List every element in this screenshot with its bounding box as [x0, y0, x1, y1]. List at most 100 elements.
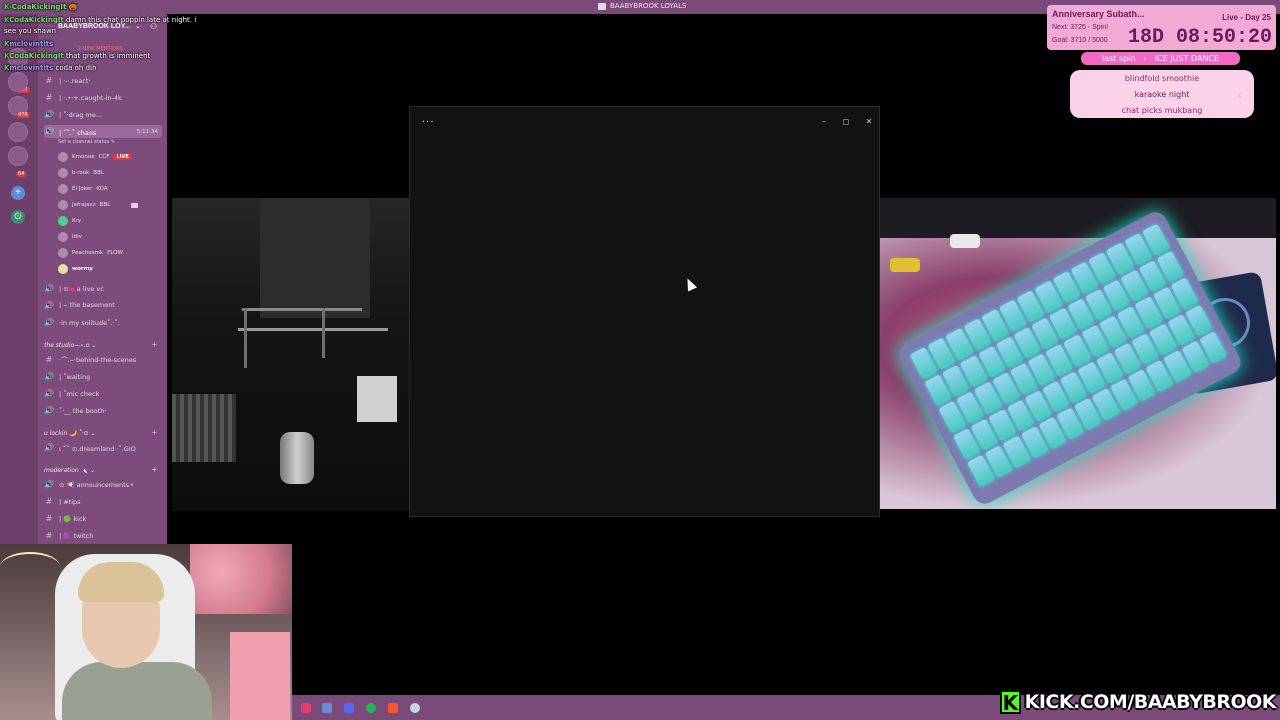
camera-icon	[131, 203, 138, 208]
server-icon[interactable]	[8, 72, 28, 92]
voice-member[interactable]: wormy	[58, 263, 93, 275]
channel-label: | ˚mic check	[59, 389, 100, 398]
voice-member[interactable]: Peachesmk FLOW	[58, 247, 123, 259]
hash-icon: #	[45, 497, 53, 506]
avatar	[58, 152, 68, 162]
speaker-icon: 🔊	[44, 389, 54, 398]
minimize-button[interactable]: –	[816, 117, 832, 126]
subathon-title: Anniversary Subath...	[1052, 9, 1145, 19]
channel-item[interactable]: # ·⌒.⌣·behind-the-scenes	[44, 353, 162, 366]
more-options-button[interactable]: ···	[422, 117, 435, 128]
last-spin-value: ICE JUST DANCE	[1154, 54, 1220, 63]
channel-label: | ˚·drag me...	[59, 110, 103, 119]
voice-channel-item[interactable]: 🔊 | ˚mic check	[44, 387, 162, 400]
add-server-icon[interactable]: +	[11, 186, 25, 200]
discord-sidebar: 957 476 64 + ⊙ BAABYBROOK LOY... ⌄ ⚇ 2 N…	[0, 14, 167, 544]
member-name: wormy	[72, 266, 93, 272]
voice-channel-item[interactable]: 🔊 | ˚waiting	[44, 370, 162, 383]
voice-channel-item[interactable]: 🔊 | ⌣ the basement	[44, 299, 162, 312]
speaker-icon: 🔊	[44, 127, 54, 136]
avatar	[58, 264, 68, 274]
chat-message: see you shawn	[4, 25, 56, 37]
speaker-icon: 🔊	[44, 318, 54, 327]
kick-channel-url: KICK.COM/BAABYBROOK	[1024, 691, 1277, 713]
speaker-icon: 🔊	[44, 110, 54, 119]
chat-message: Kmclovintits coda oh dih	[4, 62, 96, 74]
channel-label: ˚·__ the booth·	[59, 406, 107, 415]
discord-icon[interactable]	[344, 703, 354, 713]
maximize-button[interactable]: ◻	[838, 117, 854, 126]
channel-status[interactable]: Set a channel status ✎	[58, 139, 115, 145]
keyboard-camera-feed	[880, 198, 1276, 509]
active-voice-channel[interactable]: 🔊 | ⌒.˚ chaos 5:11:34	[44, 125, 162, 138]
server-badge: 64	[16, 171, 27, 177]
voice-channel-item[interactable]: 🔊 | ⊙💗a live vc	[44, 282, 162, 295]
speaker-icon: 🔊	[44, 406, 54, 415]
room-camera-feed	[172, 198, 409, 511]
subathon-timer: 18D 08:50:20	[1127, 26, 1272, 49]
channel-label: ⊙ 📢 announcements⚬	[59, 480, 135, 489]
channel-item[interactable]: # | 🟢 kick	[44, 512, 162, 525]
live-day-label: Live - Day 25	[1222, 13, 1271, 22]
voice-channel-item[interactable]: 🔊 | ˚·drag me...	[44, 108, 162, 121]
channel-item[interactable]: 🔊 ⊙ 📢 announcements⚬	[44, 478, 162, 491]
server-rail: 957 476 64 + ⊙	[0, 14, 38, 544]
spin-wheel-list: blindfold smoothie karaoke night chat pi…	[1070, 70, 1254, 118]
channel-label: | ⌒.˚ chaos	[59, 128, 97, 137]
last-spin-label: last spin	[1101, 54, 1136, 63]
hash-icon: #	[45, 531, 53, 540]
voice-channel-item[interactable]: 🔊 ˚·__ the booth·	[44, 404, 162, 417]
spin-option: blindfold smoothie	[1124, 74, 1200, 83]
voice-channel-item[interactable]: 🔊 ι ⌒ ⊙.dreamland ·˚.GIO	[44, 441, 162, 454]
voice-channel-item[interactable]: 🔊 ·in my solitude˚.·˚.	[44, 316, 162, 329]
speaker-icon: 🔊	[44, 301, 54, 310]
add-channel-icon[interactable]: +	[152, 340, 157, 349]
tiktok-icon[interactable]	[301, 703, 311, 713]
server-icon[interactable]	[8, 122, 28, 142]
category-studio[interactable]: the studio—⋆.ο ⌄	[44, 342, 162, 349]
channel-item[interactable]: # | ·.•·+.caught-in-4k	[44, 91, 162, 104]
app-icon[interactable]	[322, 703, 332, 713]
chat-text: coda oh dih	[55, 64, 97, 72]
member-tag: BBL	[93, 170, 104, 176]
avatar	[58, 232, 68, 242]
streamer-hair	[78, 562, 164, 602]
channel-label: | 🟢 kick	[59, 514, 87, 523]
toy-car	[890, 258, 920, 272]
brave-icon[interactable]	[388, 703, 398, 713]
category-moderation[interactable]: moderation 🔪 ⌄	[44, 467, 162, 474]
shelf-leg	[322, 308, 325, 358]
hash-icon: #	[45, 355, 53, 364]
streamer-body	[62, 662, 212, 720]
server-badge: 476	[16, 112, 30, 118]
voice-member[interactable]: Kry	[58, 215, 81, 227]
channel-item[interactable]: # | 🟣 twitch	[44, 529, 162, 542]
voice-member[interactable]: Jafrajaxz BBL	[58, 199, 110, 211]
hash-icon: #	[45, 76, 53, 85]
blank-app-window[interactable]: ··· – ◻ ✕	[409, 106, 880, 517]
voice-member[interactable]: b·rook BBL	[58, 167, 104, 179]
channel-label: | ⊙💗a live vc	[59, 284, 104, 293]
category-lockin[interactable]: u lockin 🌙 ˚·⊙ ⌄	[44, 430, 162, 437]
channel-item[interactable]: # | #tips	[44, 495, 162, 508]
explore-servers-icon[interactable]: ⊙	[11, 210, 25, 224]
box	[357, 376, 397, 422]
goal-progress-label: Goal: 3710 / 5000	[1052, 37, 1108, 44]
channel-item[interactable]: # | ·-·.react·	[44, 74, 162, 87]
member-name: El Joker	[72, 186, 93, 192]
voice-member[interactable]: El Joker KOA	[58, 183, 108, 195]
server-icon[interactable]	[8, 146, 28, 166]
voice-member[interactable]: Idiv	[58, 231, 82, 243]
avatar	[58, 168, 68, 178]
add-channel-icon[interactable]: +	[152, 428, 157, 437]
window-title: BAABYBROOK LOYALS	[598, 2, 686, 10]
close-button[interactable]: ✕	[861, 117, 877, 126]
window-title-text: BAABYBROOK LOYALS	[610, 2, 687, 10]
spotify-icon[interactable]	[366, 703, 376, 713]
member-name: Kry	[72, 218, 82, 224]
voice-member[interactable]: Kmonee CCF LIVE	[58, 151, 132, 163]
steam-icon[interactable]	[410, 703, 420, 713]
member-name: Idiv	[72, 234, 82, 240]
add-channel-icon[interactable]: +	[152, 465, 157, 474]
kick-logo-icon: K	[1000, 690, 1021, 714]
